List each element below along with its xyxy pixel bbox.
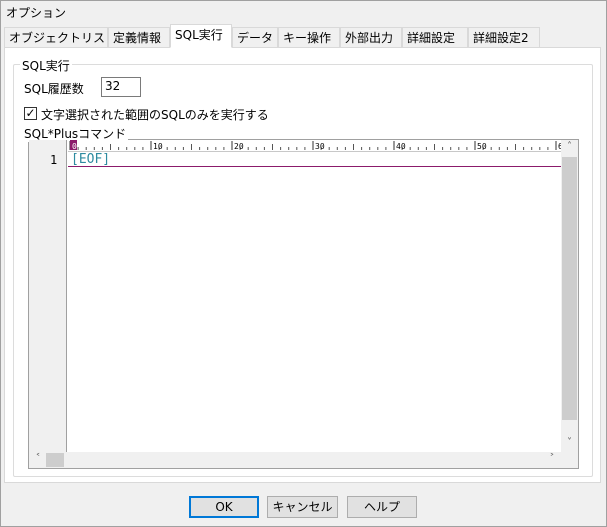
- editor-eof-marker[interactable]: [EOF]: [71, 152, 110, 167]
- ruler-label: 20: [234, 142, 244, 151]
- selection-only-label[interactable]: 文字選択された範囲のSQLのみを実行する: [41, 106, 269, 123]
- tab-object-list[interactable]: オブジェクトリスト: [4, 27, 117, 47]
- history-count-label: SQL履歴数: [24, 82, 84, 96]
- cancel-button[interactable]: キャンセル: [267, 496, 338, 518]
- ruler-label: 40: [396, 142, 406, 151]
- tab-sql-execution[interactable]: SQL実行: [170, 24, 232, 48]
- scrollbar-corner: [561, 452, 578, 468]
- tab-key-operation[interactable]: キー操作: [278, 27, 340, 47]
- selection-only-checkbox[interactable]: ✓: [24, 107, 37, 120]
- scroll-left-icon[interactable]: ˂: [31, 453, 45, 467]
- tab-advanced-settings[interactable]: 詳細設定: [402, 27, 468, 47]
- sqlplus-editor[interactable]: [28, 139, 579, 469]
- current-line-underline: [68, 166, 561, 167]
- ok-button[interactable]: OK: [189, 496, 259, 518]
- tab-external-output[interactable]: 外部出力: [340, 27, 402, 47]
- horizontal-scrollbar[interactable]: [29, 452, 561, 468]
- scroll-down-icon[interactable]: ˅: [561, 437, 578, 451]
- tab-advanced-settings-2[interactable]: 詳細設定2: [468, 27, 540, 47]
- ruler-label: 50: [477, 142, 487, 151]
- ruler-label: 0: [72, 142, 77, 151]
- group-title: SQL実行: [20, 57, 72, 74]
- vertical-scroll-thumb[interactable]: [562, 157, 577, 420]
- tab-definition-info[interactable]: 定義情報: [108, 27, 170, 47]
- ruler-label: 10: [153, 142, 163, 151]
- tab-data[interactable]: データ: [232, 27, 278, 47]
- column-ruler: 0102030405060: [68, 140, 561, 152]
- horizontal-scroll-thumb[interactable]: [46, 453, 64, 467]
- window-title: オプション: [6, 6, 67, 20]
- history-count-input[interactable]: 32: [101, 77, 141, 97]
- line-number: 1: [50, 153, 58, 167]
- scroll-right-icon[interactable]: ˃: [545, 453, 559, 467]
- ruler-label: 30: [315, 142, 325, 151]
- scroll-up-icon[interactable]: ˄: [561, 141, 578, 155]
- line-number-gutter: [29, 140, 67, 468]
- help-button[interactable]: ヘルプ: [347, 496, 417, 518]
